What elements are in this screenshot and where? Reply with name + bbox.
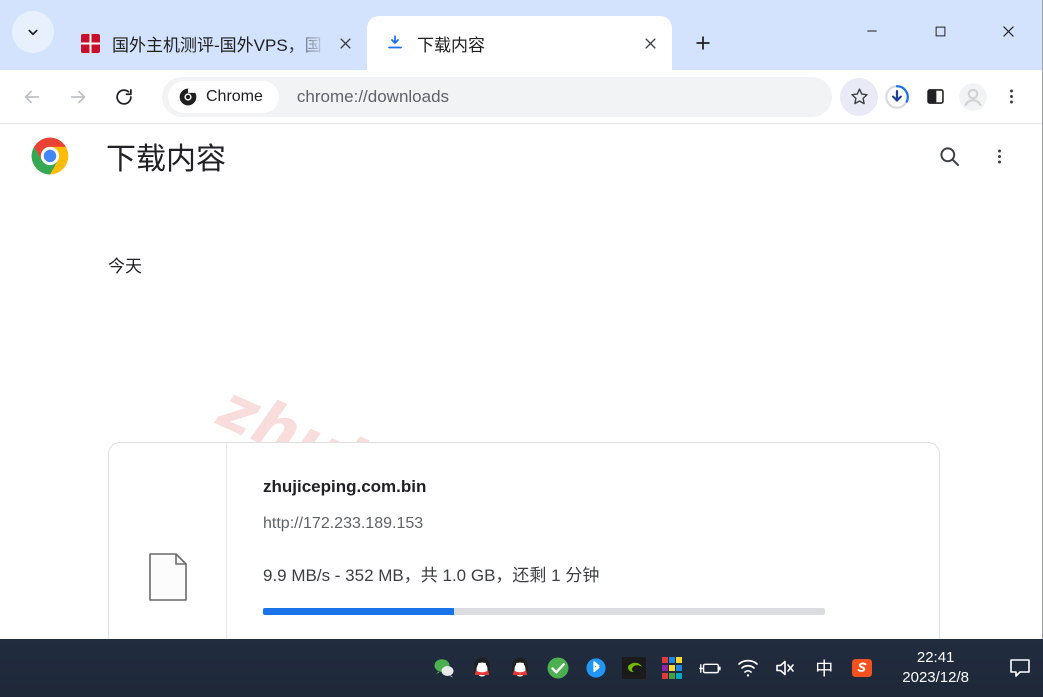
sogou-input-icon[interactable] [850, 656, 874, 680]
tab-title: 国外主机测评-国外VPS，国 [112, 35, 322, 55]
download-file-name[interactable]: zhujiceping.com.bin [263, 477, 939, 497]
back-arrow-icon [24, 90, 40, 103]
system-tray: 中 22:41 2023/12/8 [432, 648, 1033, 689]
maximize-button[interactable] [906, 0, 974, 62]
three-dot-menu-icon [997, 148, 1001, 164]
minimize-button[interactable] [838, 0, 906, 62]
minimize-icon [867, 30, 877, 32]
download-item-card: zhujiceping.com.bin http://172.233.189.1… [108, 442, 940, 639]
download-icon [385, 33, 405, 53]
download-source-url[interactable]: http://172.233.189.153 [263, 515, 939, 533]
tab-downloads[interactable]: 下载内容 [367, 16, 672, 70]
close-icon [339, 37, 351, 49]
file-icon-column [109, 443, 227, 639]
search-icon [940, 147, 959, 166]
wifi-icon[interactable] [736, 656, 760, 680]
downloads-menu-button[interactable] [978, 135, 1020, 177]
notification-center-button[interactable] [1007, 655, 1033, 681]
chrome-chip-label: Chrome [206, 87, 263, 105]
profile-button[interactable] [954, 78, 992, 116]
three-dot-menu-icon [1009, 89, 1013, 104]
tab-strip: 国外主机测评-国外VPS，国 下载内容 [0, 0, 1042, 70]
clock-date: 2023/12/8 [902, 669, 969, 686]
green-check-icon[interactable] [546, 656, 570, 680]
reload-icon [116, 88, 132, 105]
close-window-button[interactable] [974, 0, 1042, 62]
window-controls [838, 0, 1042, 62]
tab-title: 下载内容 [417, 35, 485, 55]
close-icon [1002, 25, 1014, 37]
notification-icon [1010, 659, 1030, 677]
back-button[interactable] [12, 77, 52, 117]
downloads-search-button[interactable] [928, 135, 970, 177]
star-icon [850, 88, 868, 105]
side-panel-icon [926, 89, 944, 104]
tab-list: 国外主机测评-国外VPS，国 下载内容 [62, 0, 724, 70]
forward-button[interactable] [58, 77, 98, 117]
browser-toolbar: Chrome chrome://downloads [0, 70, 1042, 124]
side-panel-button[interactable] [916, 78, 954, 116]
new-tab-button[interactable] [682, 22, 724, 64]
downloads-button[interactable] [878, 78, 916, 116]
wechat-icon[interactable] [432, 656, 456, 680]
browser-menu-button[interactable] [992, 78, 1030, 116]
close-icon [644, 37, 656, 49]
avatar-icon [959, 82, 987, 111]
download-progress-fill [263, 608, 455, 615]
download-progress-icon [885, 84, 909, 109]
browser-window: 国外主机测评-国外VPS，国 下载内容 Chrome chrome://down… [0, 0, 1043, 639]
date-group-label: 今天 [108, 257, 142, 276]
red-site-icon [80, 33, 100, 53]
bluetooth-icon[interactable] [584, 656, 608, 680]
downloads-header: 下载内容 [0, 124, 1042, 188]
forward-arrow-icon [70, 90, 86, 103]
chevron-down-icon [28, 29, 38, 36]
tab-site[interactable]: 国外主机测评-国外VPS，国 [62, 16, 367, 70]
ime-indicator[interactable]: 中 [812, 656, 836, 680]
plus-icon [696, 36, 710, 50]
url-text: chrome://downloads [296, 86, 450, 106]
battery-charging-icon[interactable] [698, 656, 722, 680]
nvidia-icon[interactable] [622, 656, 647, 680]
download-status-text: 9.9 MB/s - 352 MB，共 1.0 GB，还剩 1 分钟 [263, 566, 600, 585]
qq-icon[interactable] [470, 656, 494, 680]
tab-close-button[interactable] [331, 29, 359, 57]
taskbar-clock[interactable]: 22:41 2023/12/8 [902, 648, 969, 689]
windows-taskbar: 中 22:41 2023/12/8 [0, 639, 1043, 697]
maximize-icon [935, 26, 945, 36]
qq-icon-2[interactable] [508, 656, 532, 680]
tab-search-button[interactable] [12, 11, 54, 53]
chrome-icon [179, 88, 197, 105]
download-progress-bar [263, 608, 825, 615]
speaker-muted-icon[interactable] [774, 656, 798, 680]
address-bar[interactable]: Chrome chrome://downloads [162, 76, 832, 117]
page-title: 下载内容 [106, 143, 226, 176]
color-grid-icon[interactable] [660, 656, 684, 680]
download-item-body: zhujiceping.com.bin http://172.233.189.1… [227, 443, 939, 639]
clock-time: 22:41 [916, 648, 955, 666]
bookmark-button[interactable] [840, 77, 878, 116]
tab-close-button[interactable] [636, 29, 664, 57]
reload-button[interactable] [104, 77, 144, 117]
downloads-page: zhujiceping.com 下载内容 [0, 124, 1042, 639]
chrome-chip[interactable]: Chrome [168, 80, 279, 113]
generic-file-icon [148, 553, 187, 601]
chrome-logo-icon [31, 137, 69, 175]
